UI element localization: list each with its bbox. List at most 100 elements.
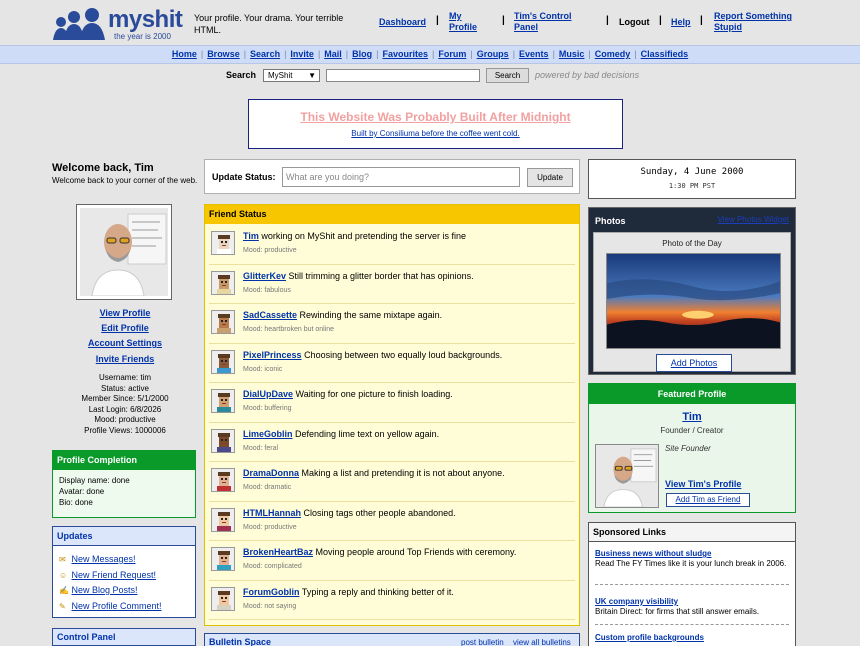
main-nav-blog[interactable]: Blog (352, 49, 372, 59)
nav-logout[interactable]: Logout (619, 17, 650, 28)
add-featured-friend-button[interactable]: Add Tim as Friend (666, 493, 750, 507)
add-photos-button[interactable]: Add Photos (656, 354, 732, 372)
sponsored-ad[interactable]: Custom profile backgrounds (595, 633, 789, 643)
friend-status-message: Moving people around Top Friends with ce… (315, 547, 517, 557)
nav-report[interactable]: Report Something Stupid (714, 11, 796, 33)
friend-name-link[interactable]: SadCassette (243, 310, 297, 320)
friend-avatar[interactable] (211, 310, 235, 334)
sunset-photo[interactable] (606, 253, 781, 349)
friend-name-link[interactable]: DialUpDave (243, 389, 293, 399)
chevron-down-icon: ▼ (308, 71, 316, 80)
ad-title[interactable]: Business news without sludge (595, 549, 789, 559)
control-panel-title: Control Panel (53, 629, 195, 646)
friend-avatar[interactable] (211, 428, 235, 453)
friend-avatar[interactable] (211, 389, 235, 413)
search-button[interactable]: Search (486, 68, 529, 83)
main-nav-home[interactable]: Home (172, 49, 197, 59)
site-logo[interactable]: myshit the year is 2000 (52, 6, 184, 42)
friend-avatar[interactable] (211, 507, 235, 532)
main-nav-events[interactable]: Events (519, 49, 549, 59)
friend-name-link[interactable]: PixelPrincess (243, 350, 302, 360)
update-profile-comment[interactable]: ✎ New Profile Comment! (59, 601, 162, 611)
friend-avatar[interactable] (211, 547, 235, 571)
main-nav-browse[interactable]: Browse (207, 49, 240, 59)
update-label[interactable]: New Blog Posts! (72, 585, 138, 595)
nav-control-panel[interactable]: Tim's Control Panel (514, 11, 594, 33)
friend-name-link[interactable]: DramaDonna (243, 468, 299, 478)
friend-avatar[interactable] (211, 270, 235, 295)
friend-avatar[interactable] (211, 231, 235, 255)
status-input[interactable]: What are you doing? (282, 167, 520, 187)
friend-name-link[interactable]: BrokenHeartBaz (243, 547, 313, 557)
link-view-profile[interactable]: View Profile (52, 308, 198, 318)
main-nav-separator: | (376, 49, 379, 59)
update-new-messages[interactable]: ✉ New Messages! (59, 554, 136, 564)
main-nav-search[interactable]: Search (250, 49, 280, 59)
featured-profile-photo[interactable] (595, 444, 659, 508)
friend-name-link[interactable]: ForumGoblin (243, 587, 300, 597)
search-powered-by: powered by bad decisions (535, 70, 640, 80)
invite-friends-link[interactable]: Invite Friends (96, 354, 155, 364)
update-friend-request[interactable]: ☺ New Friend Request! (59, 570, 156, 580)
friend-mood: Mood: buffering (243, 405, 292, 412)
friend-mood: Mood: productive (243, 523, 297, 531)
link-edit-profile[interactable]: Edit Profile (52, 323, 198, 333)
ad-title[interactable]: Custom profile backgrounds (595, 633, 789, 643)
ad-title[interactable]: UK company visibility (595, 597, 789, 607)
view-profile-link[interactable]: View Profile (100, 308, 151, 318)
main-nav-classifieds[interactable]: Classifieds (641, 49, 689, 59)
update-label[interactable]: New Messages! (72, 554, 136, 564)
friend-name-link[interactable]: Tim (243, 231, 259, 241)
main-nav-comedy[interactable]: Comedy (595, 49, 631, 59)
link-invite-friends[interactable]: Invite Friends (52, 354, 198, 364)
featured-profile-role: Founder / Creator (660, 426, 724, 435)
update-label[interactable]: New Friend Request! (72, 570, 157, 580)
update-status-button[interactable]: Update (527, 168, 573, 187)
main-nav-favourites[interactable]: Favourites (382, 49, 428, 59)
view-featured-profile-link[interactable]: View Tim's Profile (665, 479, 741, 489)
friend-status-title: Friend Status (205, 205, 579, 224)
friend-avatar[interactable] (211, 468, 235, 492)
promo-banner[interactable]: This Website Was Probably Built After Mi… (248, 99, 623, 149)
sponsored-ad[interactable]: Business news without sludge Read The FY… (595, 549, 789, 585)
friend-avatar[interactable] (211, 586, 235, 611)
main-nav-mail[interactable]: Mail (324, 49, 342, 59)
banner-title[interactable]: This Website Was Probably Built After Mi… (249, 110, 622, 124)
friend-status-message: Typing a reply and thinking better of it… (301, 586, 454, 597)
envelope-icon: ✉ (59, 555, 66, 564)
friend-avatar[interactable] (211, 349, 235, 374)
featured-profile-name[interactable]: Tim (589, 411, 795, 423)
view-photos-widget-link[interactable]: View Photos Widget (718, 215, 789, 224)
friend-status-row: DramaDonna Making a list and pretending … (209, 462, 575, 502)
profile-avatar[interactable] (76, 204, 172, 300)
link-account-settings[interactable]: Account Settings (52, 338, 198, 348)
edit-profile-link[interactable]: Edit Profile (101, 323, 149, 333)
nav-help[interactable]: Help (671, 17, 691, 28)
main-nav-invite[interactable]: Invite (290, 49, 314, 59)
account-settings-link[interactable]: Account Settings (88, 338, 162, 348)
banner-subtitle[interactable]: Built by Consiliuma before the coffee we… (249, 129, 622, 138)
friend-status-message: Defending lime text on yellow again. (295, 428, 440, 439)
friend-status-text: GlitterKev Still trimming a glitter bord… (243, 271, 474, 281)
update-label[interactable]: New Profile Comment! (72, 601, 162, 611)
logo-people-icon (53, 8, 105, 40)
main-nav-groups[interactable]: Groups (477, 49, 509, 59)
sponsored-ad[interactable]: UK company visibility Britain Direct: fo… (595, 597, 789, 625)
nav-my-profile[interactable]: My Profile (449, 11, 489, 33)
stat-member-since: Member Since: 5/1/2000 (81, 394, 169, 403)
friend-status-text: Tim working on MyShit and pretending the… (243, 231, 466, 241)
search-input[interactable] (326, 69, 480, 82)
friend-name-link[interactable]: HTMLHannah (243, 508, 301, 518)
profile-stats: Username: tim Status: active Member Sinc… (52, 373, 198, 436)
main-nav-music[interactable]: Music (559, 49, 585, 59)
friend-name-link[interactable]: GlitterKev (243, 271, 286, 281)
view-bulletins-link[interactable]: view all bulletins (513, 638, 571, 646)
friend-name-link[interactable]: LimeGoblin (243, 429, 293, 439)
search-scope-value: MyShit (268, 71, 293, 80)
nav-dashboard[interactable]: Dashboard (379, 17, 426, 28)
friend-mood: Mood: not saying (243, 602, 297, 610)
update-blog-posts[interactable]: ✍ New Blog Posts! (59, 585, 138, 595)
search-scope-select[interactable]: MyShit ▼ (263, 69, 320, 82)
post-bulletin-link[interactable]: post bulletin (461, 638, 504, 646)
main-nav-forum[interactable]: Forum (438, 49, 466, 59)
